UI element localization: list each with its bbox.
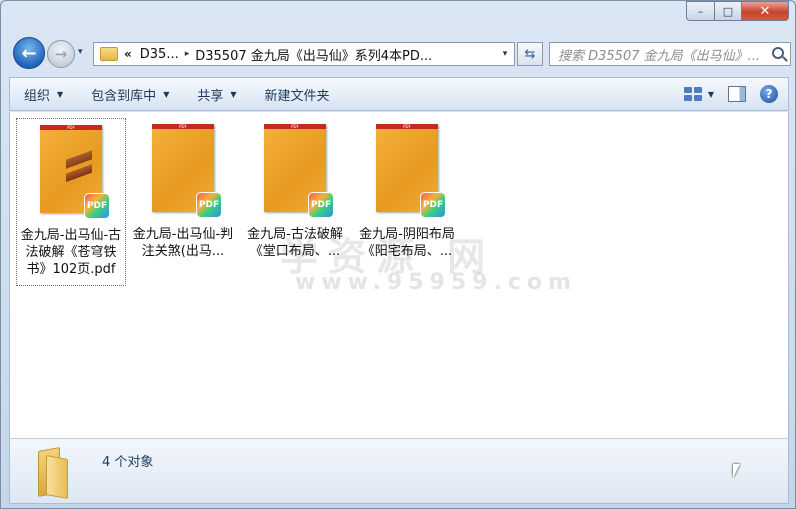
breadcrumb-item-parent[interactable]: D35... [140, 47, 179, 62]
include-in-library-button[interactable]: 包含到库中 ▼ [77, 85, 183, 104]
share-button[interactable]: 共享 ▼ [183, 85, 250, 104]
pdf-icon: PDF [420, 192, 446, 218]
close-button[interactable]: ✕ [741, 1, 789, 21]
file-name: 金九局-出马仙-古法破解《苍穹铁书》102页.pdf [20, 228, 122, 277]
item-count: 4 个对象 [102, 455, 154, 470]
chevron-down-icon[interactable]: ▾ [496, 43, 514, 65]
pdf-thumbnail: PDF PDF [376, 124, 446, 218]
back-button[interactable]: ← [13, 37, 45, 69]
calligraphy-image [66, 145, 92, 185]
search-placeholder: 搜索 D35507 金九局《出马仙》... [558, 48, 761, 64]
view-controls: ▼ ? [683, 85, 788, 103]
help-icon[interactable]: ? [760, 85, 778, 103]
file-name: 金九局-出马仙-判注关煞(出马... [132, 227, 234, 259]
maximize-button[interactable]: □ [714, 1, 741, 21]
file-item[interactable]: PDF PDF 金九局-出马仙-判注关煞(出马... [128, 118, 238, 286]
caret-down-icon: ▼ [57, 89, 64, 99]
change-view-icon[interactable] [683, 87, 702, 101]
pdf-thumbnail: PDF PDF [40, 125, 110, 219]
organize-button[interactable]: 组织 ▼ [10, 85, 77, 104]
thumbnail-band: PDF [40, 125, 102, 130]
recent-pages-dropdown[interactable]: ▾ [78, 47, 83, 57]
command-bar: 组织 ▼ 包含到库中 ▼ 共享 ▼ 新建文件夹 ▼ ? [9, 77, 789, 111]
caption-buttons: – □ ✕ [686, 1, 789, 21]
file-list: 学资源 网 www.95959.com PDF PDF 金九局-出马仙-古法破解… [9, 112, 789, 438]
include-in-library-label: 包含到库中 [91, 88, 157, 104]
file-name: 金九局-阴阳布局《阳宅布局、... [359, 227, 455, 259]
refresh-button[interactable]: ⇆ [517, 42, 543, 66]
pdf-thumbnail: PDF PDF [152, 124, 222, 218]
thumbnail-band: PDF [376, 124, 438, 129]
file-item[interactable]: PDF PDF 金九局-阴阳布局《阳宅布局、... [352, 118, 462, 286]
pdf-icon: PDF [196, 192, 222, 218]
file-item[interactable]: PDF PDF 金九局-古法破解《堂口布局、... [240, 118, 350, 286]
share-label: 共享 [197, 88, 224, 104]
breadcrumb-overflow[interactable]: « [124, 47, 132, 61]
details-pane: 4 个对象 [9, 438, 789, 504]
folder-icon [100, 47, 118, 61]
pdf-icon: PDF [84, 193, 110, 219]
mouse-cursor-icon [733, 464, 740, 478]
folder-icon [32, 447, 82, 499]
caret-down-icon: ▼ [163, 89, 170, 99]
minimize-button[interactable]: – [686, 1, 714, 21]
new-folder-button[interactable]: 新建文件夹 [251, 85, 344, 104]
forward-button[interactable]: → [47, 40, 75, 68]
organize-label: 组织 [24, 88, 51, 104]
file-name: 金九局-古法破解《堂口布局、... [247, 227, 343, 259]
thumbnail-band: PDF [264, 124, 326, 129]
caret-down-icon: ▼ [230, 89, 237, 99]
thumbnail-band: PDF [152, 124, 214, 129]
search-icon[interactable] [772, 47, 784, 59]
pdf-thumbnail: PDF PDF [264, 124, 334, 218]
search-input[interactable]: 搜索 D35507 金九局《出马仙》... [549, 42, 791, 66]
breadcrumb-item-current[interactable]: D35507 金九局《出马仙》系列4本PD... [195, 45, 432, 64]
navigation-bar: ← → ▾ « D35... ▸ D35507 金九局《出马仙》系列4本PD..… [9, 37, 791, 71]
preview-pane-icon[interactable] [728, 86, 746, 102]
pdf-icon: PDF [308, 192, 334, 218]
explorer-window: – □ ✕ ← → ▾ « D35... ▸ D35507 金九局《出马仙》系列… [0, 0, 796, 509]
address-bar[interactable]: « D35... ▸ D35507 金九局《出马仙》系列4本PD... ▾ [93, 42, 515, 66]
file-item[interactable]: PDF PDF 金九局-出马仙-古法破解《苍穹铁书》102页.pdf [16, 118, 126, 286]
chevron-right-icon[interactable]: ▸ [185, 49, 190, 59]
caret-down-icon[interactable]: ▼ [708, 90, 714, 99]
new-folder-label: 新建文件夹 [264, 88, 330, 104]
